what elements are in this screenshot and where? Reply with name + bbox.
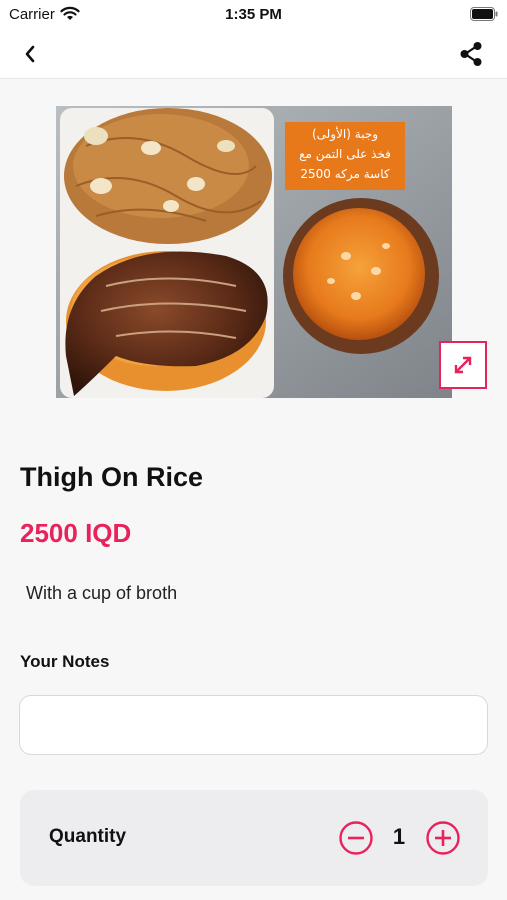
quantity-label: Quantity xyxy=(49,826,127,847)
status-bar: Carrier 1:35 PM xyxy=(0,0,507,28)
item-title: Thigh On Rice xyxy=(20,462,204,492)
share-button[interactable] xyxy=(455,38,487,70)
overlay-line-3: كاسة مركه 2500 xyxy=(300,167,390,181)
overlay-line-1: وجبة (الأولى) xyxy=(311,127,379,141)
notes-label: Your Notes xyxy=(20,652,110,671)
quantity-value: 1 xyxy=(392,824,406,849)
food-photo[interactable]: وجبة (الأولى) فخذ على التمن مع كاسة مركه… xyxy=(56,106,452,398)
navigation-bar xyxy=(0,28,507,79)
photo-overlay-text: وجبة (الأولى) فخذ على التمن مع كاسة مركه… xyxy=(285,124,405,184)
battery-icon xyxy=(470,7,498,26)
status-time: 1:35 PM xyxy=(225,6,282,23)
quantity-card: Quantity 1 xyxy=(20,790,488,886)
overlay-line-2: فخذ على التمن مع xyxy=(299,147,391,161)
decrease-quantity-button[interactable] xyxy=(338,820,374,856)
item-description: With a cup of broth xyxy=(26,583,178,603)
notes-input[interactable] xyxy=(19,695,488,755)
expand-photo-button[interactable] xyxy=(439,341,487,389)
minus-circle-icon xyxy=(339,821,373,855)
chevron-left-icon xyxy=(25,45,35,63)
share-icon xyxy=(460,42,482,66)
back-button[interactable] xyxy=(14,40,46,68)
increase-quantity-button[interactable] xyxy=(425,820,461,856)
expand-arrows-icon xyxy=(454,356,472,374)
plus-circle-icon xyxy=(426,821,460,855)
item-price: 2500 IQD xyxy=(20,518,132,548)
